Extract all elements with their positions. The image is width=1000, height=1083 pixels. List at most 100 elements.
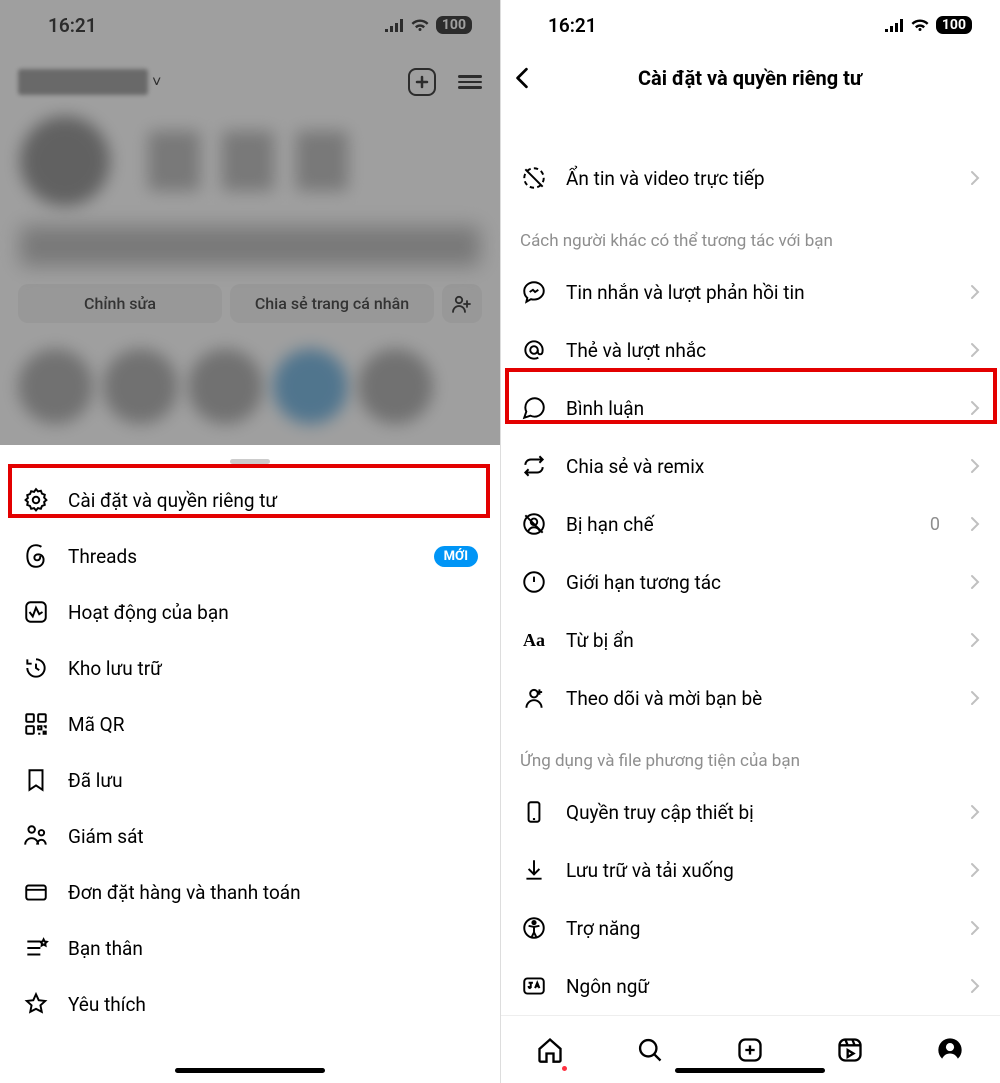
tab-search[interactable] — [635, 1035, 665, 1065]
row-share-remix[interactable]: Chia sẻ và remix — [500, 437, 1000, 495]
menu-archive[interactable]: Kho lưu trữ — [0, 640, 500, 696]
menu-favorites[interactable]: Yêu thích — [0, 976, 500, 1032]
menu-close-friends[interactable]: Bạn thân — [0, 920, 500, 976]
row-tags-mentions[interactable]: Thẻ và lượt nhắc — [500, 321, 1000, 379]
menu-qr-code[interactable]: Mã QR — [0, 696, 500, 752]
wifi-icon — [410, 18, 430, 32]
bottom-sheet: Cài đặt và quyền riêng tư Threads MỚI Ho… — [0, 445, 500, 1083]
bookmark-icon — [22, 766, 50, 794]
tab-home[interactable] — [535, 1035, 565, 1065]
create-post-icon[interactable] — [408, 68, 436, 96]
chevron-right-icon — [970, 690, 980, 706]
row-accessibility[interactable]: Trợ năng — [500, 899, 1000, 957]
sheet-grabber[interactable] — [230, 459, 270, 464]
tab-profile[interactable] — [935, 1035, 965, 1065]
row-download[interactable]: Lưu trữ và tải xuống — [500, 841, 1000, 899]
wifi-icon — [910, 18, 930, 32]
row-language[interactable]: Ngôn ngữ — [500, 957, 1000, 1015]
row-label: Lưu trữ và tải xuống — [566, 859, 734, 882]
hidden-words-icon: Aa — [520, 626, 548, 654]
row-device-access[interactable]: Quyền truy cập thiết bị — [500, 783, 1000, 841]
profile-header: ˅ — [0, 50, 500, 106]
avatar-redacted — [20, 116, 110, 206]
phone-icon — [520, 798, 548, 826]
chevron-right-icon — [970, 632, 980, 648]
chevron-right-icon — [970, 516, 980, 532]
row-label: Bình luận — [566, 397, 644, 420]
gear-icon — [22, 486, 50, 514]
signal-icon — [884, 18, 904, 32]
section-header-apps: Ứng dụng và file phương tiện của bạn — [500, 727, 1000, 783]
chevron-right-icon — [970, 170, 980, 186]
row-cut-top[interactable]: x › — [500, 106, 1000, 149]
share-profile-button[interactable]: Chia sẻ trang cá nhân — [230, 284, 434, 323]
bio-redacted — [20, 226, 480, 266]
menu-icon[interactable] — [458, 72, 482, 92]
accessibility-icon — [520, 914, 548, 942]
row-limits[interactable]: Giới hạn tương tác — [500, 553, 1000, 611]
stat-redacted — [148, 131, 200, 191]
menu-label: Đã lưu — [68, 769, 123, 792]
menu-threads[interactable]: Threads MỚI — [0, 528, 500, 584]
left-phone-screen: 16:21 100 ˅ — [0, 0, 500, 1083]
row-hide-story[interactable]: Ẩn tin và video trực tiếp — [500, 149, 1000, 207]
row-label: Theo dõi và mời bạn bè — [566, 687, 762, 710]
section-header-interact: Cách người khác có thể tương tác với bạn — [500, 207, 1000, 263]
tab-reels[interactable] — [835, 1035, 865, 1065]
row-label: Ngôn ngữ — [566, 975, 649, 998]
menu-label: Cài đặt và quyền riêng tư — [68, 489, 277, 512]
activity-icon — [22, 598, 50, 626]
right-phone-screen: 16:21 100 Cài đặt và quyền riêng tư x › — [500, 0, 1000, 1083]
lock-icon — [520, 106, 548, 134]
story-redacted — [18, 349, 93, 424]
chevron-right-icon — [970, 862, 980, 878]
row-label: Chia sẻ và remix — [566, 455, 704, 478]
row-follow-invite[interactable]: Theo dõi và mời bạn bè — [500, 669, 1000, 727]
messenger-icon — [520, 278, 548, 306]
battery-icon: 100 — [436, 16, 472, 34]
chevron-right-icon — [970, 978, 980, 994]
story-redacted — [358, 349, 433, 424]
supervision-icon — [22, 822, 50, 850]
tab-create[interactable] — [735, 1035, 765, 1065]
edit-profile-button[interactable]: Chỉnh sửa — [18, 284, 222, 323]
menu-label: Đơn đặt hàng và thanh toán — [68, 881, 301, 904]
home-indicator[interactable] — [675, 1068, 825, 1073]
threads-icon — [22, 542, 50, 570]
chevron-right-icon — [970, 804, 980, 820]
archive-icon — [22, 654, 50, 682]
menu-settings-privacy[interactable]: Cài đặt và quyền riêng tư — [0, 472, 500, 528]
download-icon — [520, 856, 548, 884]
menu-label: Kho lưu trữ — [68, 657, 162, 680]
row-label: Thẻ và lượt nhắc — [566, 339, 706, 362]
row-messages[interactable]: Tin nhắn và lượt phản hồi tin — [500, 263, 1000, 321]
username-redacted — [18, 69, 148, 95]
chevron-right-icon — [970, 400, 980, 416]
comment-icon — [520, 394, 548, 422]
hide-story-icon — [520, 164, 548, 192]
chevron-right-icon — [970, 284, 980, 300]
chevron-down-icon[interactable]: ˅ — [152, 72, 161, 92]
back-button[interactable] — [514, 67, 530, 89]
menu-saved[interactable]: Đã lưu — [0, 752, 500, 808]
status-time: 16:21 — [48, 14, 97, 37]
nav-header: Cài đặt và quyền riêng tư — [500, 50, 1000, 106]
story-redacted — [273, 349, 348, 424]
discover-people-button[interactable] — [442, 284, 482, 323]
qr-icon — [22, 710, 50, 738]
row-restricted[interactable]: Bị hạn chế 0 — [500, 495, 1000, 553]
menu-supervision[interactable]: Giám sát — [0, 808, 500, 864]
chevron-right-icon — [970, 920, 980, 936]
row-hidden-words[interactable]: Aa Từ bị ẩn — [500, 611, 1000, 669]
row-value: 0 — [930, 514, 940, 535]
home-indicator[interactable] — [175, 1068, 325, 1073]
star-icon — [22, 990, 50, 1018]
status-bar: 16:21 100 — [500, 0, 1000, 50]
row-comments[interactable]: Bình luận — [500, 379, 1000, 437]
stat-redacted — [222, 131, 274, 191]
menu-your-activity[interactable]: Hoạt động của bạn — [0, 584, 500, 640]
story-redacted — [103, 349, 178, 424]
credit-card-icon — [22, 878, 50, 906]
limits-icon — [520, 568, 548, 596]
menu-orders-payments[interactable]: Đơn đặt hàng và thanh toán — [0, 864, 500, 920]
